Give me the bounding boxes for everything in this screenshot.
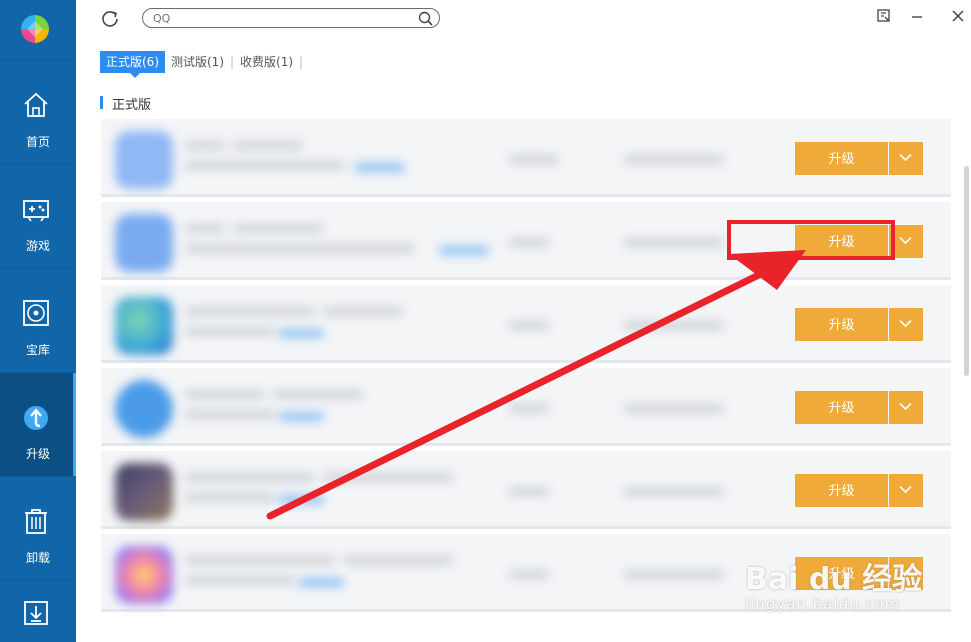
upgrade-dropdown[interactable] [889, 142, 923, 175]
skin-icon[interactable] [876, 8, 892, 24]
app-logo-icon [21, 15, 49, 43]
upgrade-button-label[interactable]: 升级 [795, 308, 888, 341]
search-input[interactable] [153, 11, 403, 25]
app-icon [115, 546, 173, 604]
app-icon [115, 463, 173, 521]
list-item: 升级 [101, 368, 951, 446]
sidebar-item-games[interactable]: 游戏 [0, 164, 76, 268]
list-item: 升级 [101, 451, 951, 529]
sidebar-item-treasury[interactable]: 宝库 [0, 268, 76, 372]
chevron-down-icon [899, 402, 912, 411]
app-icon [115, 214, 173, 272]
sidebar-item-label: 升级 [25, 447, 50, 461]
upgrade-arrow-icon [24, 406, 48, 430]
app-icon [115, 297, 173, 355]
sidebar: 首页 游戏 宝库 升级 卸载 [0, 0, 76, 642]
upgrade-dropdown[interactable] [889, 308, 923, 341]
sidebar-item-label: 宝库 [25, 343, 50, 357]
minimize-icon[interactable] [909, 8, 925, 24]
upgrade-dropdown[interactable] [889, 391, 923, 424]
top-bar [76, 0, 971, 40]
tab-official[interactable]: 正式版(6) [100, 51, 165, 78]
chevron-down-icon [899, 153, 912, 162]
download-icon [24, 601, 48, 625]
home-icon [24, 92, 48, 117]
blurred-app-info [109, 125, 764, 191]
upgrade-button[interactable]: 升级 [795, 474, 923, 507]
sidebar-item-uninstall[interactable]: 卸载 [0, 476, 76, 580]
sidebar-item-label: 游戏 [25, 239, 50, 253]
sidebar-item-home[interactable]: 首页 [0, 60, 76, 164]
upgrade-button-label[interactable]: 升级 [795, 142, 888, 175]
blurred-app-info [109, 540, 764, 606]
app-icon [115, 380, 173, 438]
refresh-icon[interactable] [100, 8, 120, 28]
tab-paid[interactable]: 收费版(1) [234, 51, 299, 73]
upgrade-button-label[interactable]: 升级 [795, 391, 888, 424]
disc-icon [23, 300, 49, 326]
blurred-app-info [109, 291, 764, 357]
tab-beta[interactable]: 测试版(1) [165, 51, 230, 73]
app-icon [115, 131, 173, 189]
gamepad-icon [23, 200, 49, 222]
sidebar-item-upgrade[interactable]: 升级 [0, 372, 76, 476]
scrollbar[interactable] [964, 166, 969, 376]
list-item: 升级 [101, 119, 951, 197]
upgrade-button-label[interactable]: 升级 [795, 225, 888, 258]
version-tabs: 正式版(6) 测试版(1) | 收费版(1) | [100, 51, 304, 78]
upgrade-button[interactable]: 升级 [795, 225, 923, 258]
search-box [142, 8, 440, 28]
chevron-down-icon [899, 236, 912, 245]
list-item: 升级 [101, 285, 951, 363]
sidebar-item-label: 首页 [25, 135, 50, 149]
trash-icon [25, 509, 47, 534]
upgrade-dropdown[interactable] [889, 225, 923, 258]
watermark-main: Bai du 经验 [745, 562, 923, 597]
tab-separator: | [299, 55, 304, 69]
upgrade-button[interactable]: 升级 [795, 308, 923, 341]
watermark-logo: Bai du 经验 jingyan.baidu.com [745, 540, 965, 620]
chevron-down-icon [899, 319, 912, 328]
blurred-app-info [109, 457, 764, 523]
sidebar-item-label: 卸载 [25, 551, 50, 565]
upgrade-dropdown[interactable] [889, 474, 923, 507]
chevron-down-icon [899, 485, 912, 494]
list-item: 升级 [101, 202, 951, 280]
close-icon[interactable] [950, 8, 966, 24]
sidebar-item-download[interactable] [0, 580, 76, 642]
blurred-app-info [109, 208, 764, 274]
section-title: 正式版 [100, 94, 151, 113]
watermark-sub: jingyan.baidu.com [745, 595, 901, 613]
upgrade-button[interactable]: 升级 [795, 142, 923, 175]
search-icon[interactable] [418, 11, 433, 26]
upgrade-button[interactable]: 升级 [795, 391, 923, 424]
blurred-app-info [109, 374, 764, 440]
upgrade-button-label[interactable]: 升级 [795, 474, 888, 507]
